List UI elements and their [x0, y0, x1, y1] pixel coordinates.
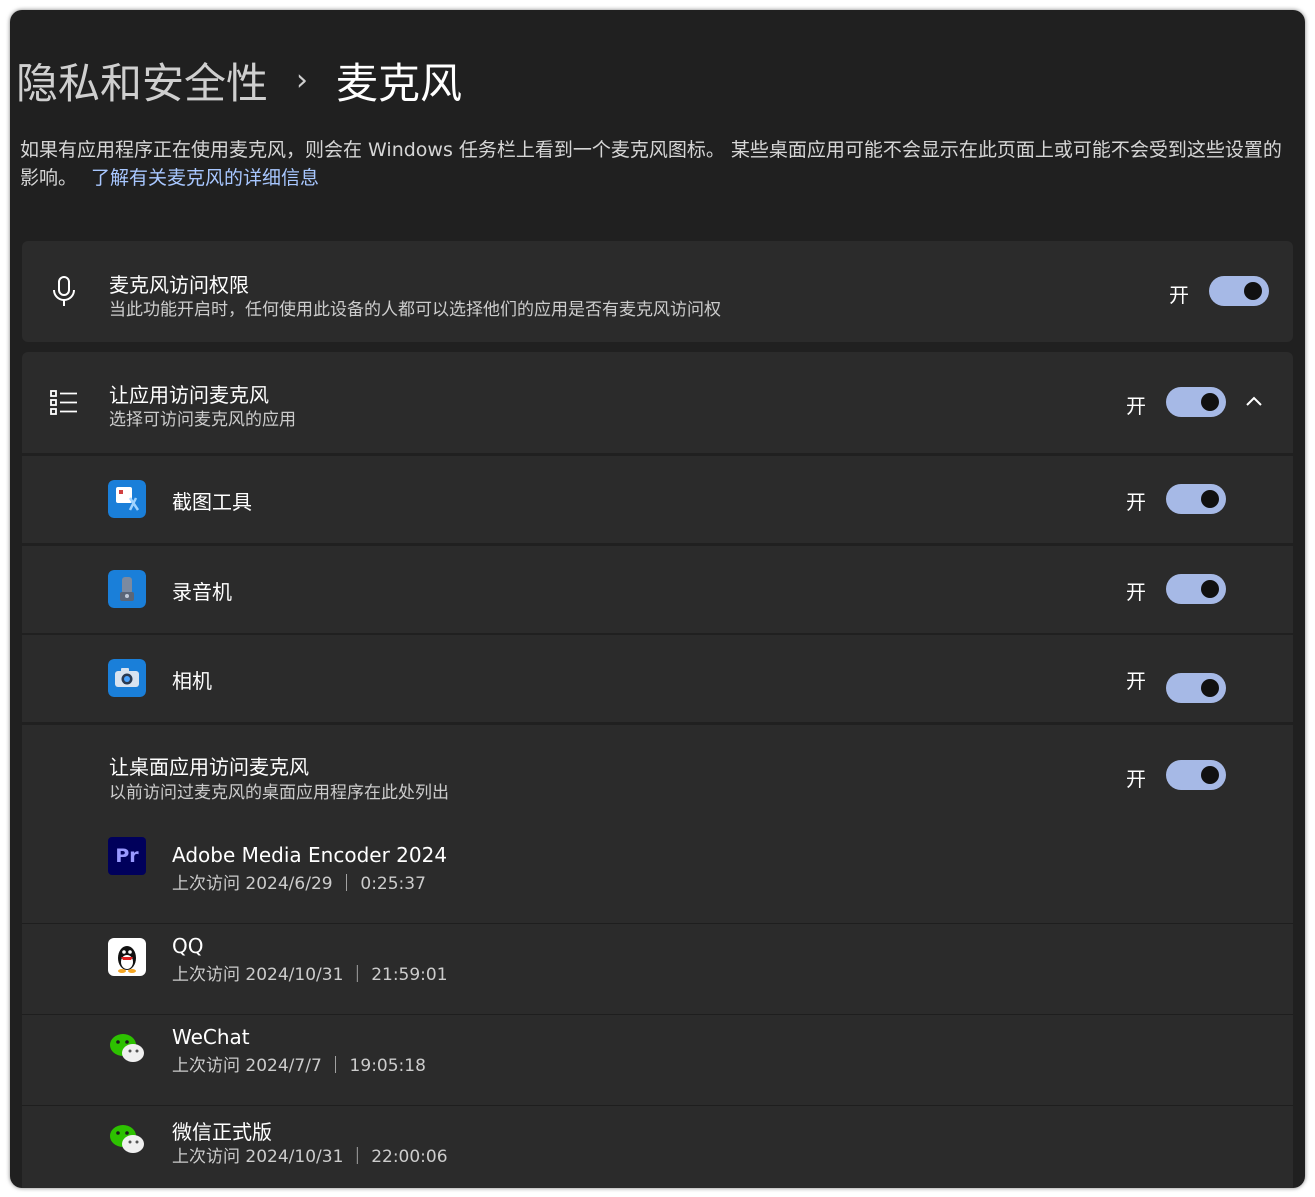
mic-access-title: 麦克风访问权限 — [109, 273, 249, 297]
list-item: 微信正式版 上次访问 2024/10/31 ｜ 22:00:06 — [22, 1105, 1293, 1188]
toggle-knob — [1201, 679, 1219, 697]
mic-access-subtitle: 当此功能开启时，任何使用此设备的人都可以选择他们的应用是否有麦克风访问权 — [109, 300, 721, 320]
toggle-knob — [1201, 490, 1219, 508]
desktop-access-toggle[interactable] — [1166, 760, 1226, 790]
adobe-premiere-icon: Pr — [108, 837, 146, 875]
app-row-sound-recorder: 录音机 开 — [22, 546, 1293, 633]
desktop-app-name: WeChat — [172, 1025, 250, 1049]
desktop-access-title: 让桌面应用访问麦克风 — [109, 755, 309, 779]
app-access-subtitle: 选择可访问麦克风的应用 — [109, 410, 296, 430]
sound-recorder-toggle[interactable] — [1166, 574, 1226, 604]
app-name: 录音机 — [172, 580, 232, 604]
learn-more-link[interactable]: 了解有关麦克风的详细信息 — [91, 167, 319, 189]
snipping-tool-icon — [108, 480, 146, 518]
app-access-card[interactable]: 让应用访问麦克风 选择可访问麦克风的应用 开 — [22, 352, 1293, 453]
app-row-snipping-tool: 截图工具 开 — [22, 456, 1293, 543]
wechat-icon — [110, 1125, 144, 1153]
toggle-knob — [1201, 580, 1219, 598]
app-state: 开 — [1126, 580, 1146, 604]
desktop-app-last-access: 上次访问 2024/10/31 ｜ 21:59:01 — [172, 965, 448, 985]
snipping-tool-toggle[interactable] — [1166, 484, 1226, 514]
toggle-knob — [1201, 766, 1219, 784]
mic-access-card: 麦克风访问权限 当此功能开启时，任何使用此设备的人都可以选择他们的应用是否有麦克… — [22, 241, 1293, 342]
desktop-app-name: QQ — [172, 934, 204, 958]
sound-recorder-icon — [108, 570, 146, 608]
chevron-up-icon[interactable] — [1243, 390, 1265, 412]
app-state: 开 — [1126, 490, 1146, 514]
app-row-camera: 相机 开 — [22, 635, 1293, 722]
list-item: WeChat 上次访问 2024/7/7 ｜ 19:05:18 — [22, 1014, 1293, 1105]
desktop-app-last-access: 上次访问 2024/10/31 ｜ 22:00:06 — [172, 1147, 448, 1167]
camera-toggle[interactable] — [1166, 673, 1226, 703]
breadcrumb-separator-icon: › — [296, 62, 309, 98]
app-access-title: 让应用访问麦克风 — [109, 383, 269, 407]
list-icon — [50, 390, 77, 415]
list-item: QQ 上次访问 2024/10/31 ｜ 21:59:01 — [22, 923, 1293, 1014]
app-name: 截图工具 — [172, 490, 252, 514]
app-access-toggle[interactable] — [1166, 387, 1226, 417]
app-name: 相机 — [172, 669, 212, 693]
desktop-app-name: 微信正式版 — [172, 1120, 272, 1144]
microphone-icon — [53, 276, 75, 306]
app-state: 开 — [1126, 669, 1146, 693]
toggle-knob — [1244, 282, 1262, 300]
settings-window: 隐私和安全性 › 麦克风 如果有应用程序正在使用麦克风，则会在 Windows … — [10, 10, 1305, 1188]
page-title: 麦克风 — [336, 58, 463, 108]
app-access-state: 开 — [1126, 394, 1146, 418]
page-description: 如果有应用程序正在使用麦克风，则会在 Windows 任务栏上看到一个麦克风图标… — [20, 136, 1290, 192]
desktop-app-name: Adobe Media Encoder 2024 — [172, 843, 448, 867]
breadcrumb: 隐私和安全性 › 麦克风 — [16, 50, 462, 110]
desktop-access-subtitle: 以前访问过麦克风的桌面应用程序在此处列出 — [109, 783, 449, 803]
list-item: Pr Adobe Media Encoder 2024 上次访问 2024/6/… — [22, 833, 1293, 923]
breadcrumb-parent[interactable]: 隐私和安全性 — [16, 50, 268, 111]
desktop-app-last-access: 上次访问 2024/7/7 ｜ 19:05:18 — [172, 1056, 426, 1076]
mic-access-toggle[interactable] — [1209, 276, 1269, 306]
qq-icon — [108, 938, 146, 976]
mic-access-state: 开 — [1169, 283, 1189, 307]
camera-icon — [108, 659, 146, 697]
desktop-app-last-access: 上次访问 2024/6/29 ｜ 0:25:37 — [172, 874, 426, 894]
desktop-access-state: 开 — [1126, 767, 1146, 791]
toggle-knob — [1201, 393, 1219, 411]
wechat-icon — [110, 1034, 144, 1062]
desktop-access-card: 让桌面应用访问麦克风 以前访问过麦克风的桌面应用程序在此处列出 开 Pr Ado… — [22, 725, 1293, 1188]
